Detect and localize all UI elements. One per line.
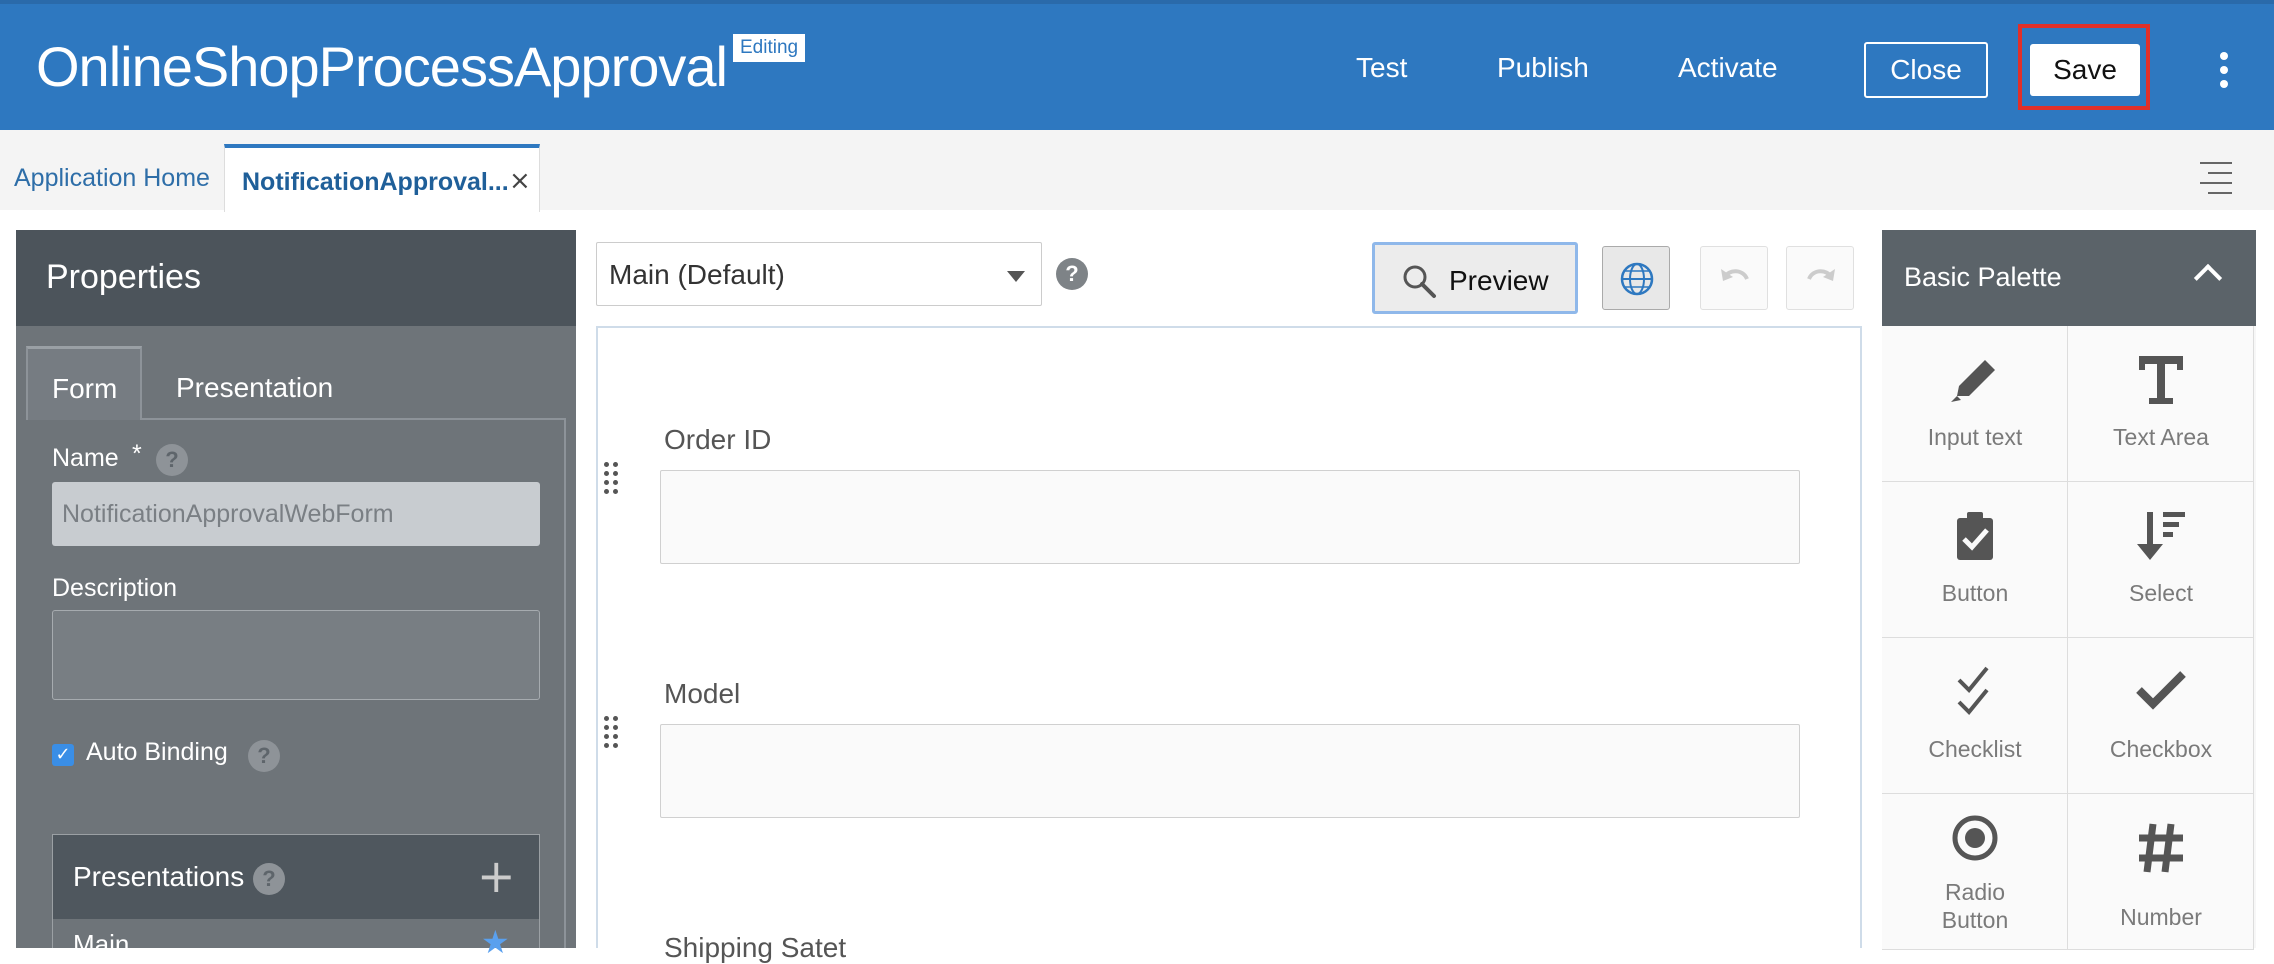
hash-icon xyxy=(2139,823,2183,873)
help-icon[interactable]: ? xyxy=(156,444,188,476)
double-check-icon xyxy=(1957,666,1989,715)
palette-item-checklist[interactable]: Checklist xyxy=(1882,638,2068,794)
palette-item-label: Select xyxy=(2129,580,2193,606)
help-icon[interactable]: ? xyxy=(1056,258,1088,290)
palette-grid: Input text Text Area Button Select Check… xyxy=(1882,326,2256,950)
presentation-select-value: Main (Default) xyxy=(609,259,785,290)
text-t-icon xyxy=(2139,356,2183,404)
name-label: Name xyxy=(52,444,119,472)
preview-button[interactable]: Preview xyxy=(1372,242,1578,314)
order-id-input[interactable] xyxy=(660,470,1800,564)
translation-button[interactable] xyxy=(1602,246,1670,310)
help-icon[interactable]: ? xyxy=(248,740,280,772)
basic-palette: Basic Palette Input text Text Area Butto… xyxy=(1882,230,2256,950)
sort-down-icon xyxy=(2137,512,2185,560)
name-field[interactable]: NotificationApprovalWebForm xyxy=(52,482,540,546)
field-label-model: Model xyxy=(664,678,741,709)
presentations-header: Presentations ? + xyxy=(53,835,539,919)
palette-item-text-area[interactable]: Text Area xyxy=(2068,326,2254,482)
palette-item-input-text[interactable]: Input text xyxy=(1882,326,2068,482)
palette-item-radio-button[interactable]: Radio Button xyxy=(1882,794,2068,950)
description-field[interactable] xyxy=(52,610,540,700)
presentations-title: Presentations xyxy=(73,861,245,892)
tab-application-home[interactable]: Application Home xyxy=(14,164,210,193)
palette-item-label: Radio Button xyxy=(1941,879,2009,933)
presentation-item-main[interactable]: Main xyxy=(73,929,129,960)
palette-title: Basic Palette xyxy=(1904,262,2062,292)
auto-binding-label: Auto Binding xyxy=(86,738,228,766)
auto-binding-checkbox[interactable]: ✓ xyxy=(52,744,74,766)
publish-button[interactable]: Publish xyxy=(1497,52,1589,84)
clipboard-check-icon xyxy=(1957,512,1993,560)
tab-divider xyxy=(140,418,566,420)
undo-icon xyxy=(1721,269,1749,281)
model-input[interactable] xyxy=(660,724,1800,818)
save-highlight-frame: Save xyxy=(2018,24,2150,110)
kebab-vertical-icon[interactable] xyxy=(2216,52,2232,92)
description-label: Description xyxy=(52,574,178,602)
palette-item-label: Button xyxy=(1941,580,2009,606)
field-label-shipping-satet: Shipping Satet xyxy=(664,932,847,963)
properties-title: Properties xyxy=(46,258,201,296)
help-icon[interactable]: ? xyxy=(253,863,285,895)
tab-bar: Application Home NotificationApproval...… xyxy=(0,130,2274,212)
palette-item-label: Text Area xyxy=(2113,424,2209,450)
activate-button[interactable]: Activate xyxy=(1678,52,1778,84)
redo-icon xyxy=(1807,269,1835,281)
palette-item-label: Input text xyxy=(1927,424,2023,450)
test-button[interactable]: Test xyxy=(1356,52,1407,84)
palette-header[interactable]: Basic Palette xyxy=(1882,230,2256,326)
drag-handle-icon[interactable] xyxy=(604,462,622,502)
tab-label: NotificationApproval... xyxy=(242,168,509,196)
chevron-up-icon[interactable] xyxy=(2193,263,2223,293)
panel-border xyxy=(564,418,566,948)
pencil-icon xyxy=(1951,360,1995,402)
save-button[interactable]: Save xyxy=(2030,44,2140,96)
presentation-select[interactable]: Main (Default) xyxy=(596,242,1042,306)
redo-button[interactable] xyxy=(1786,246,1854,310)
globe-icon xyxy=(1620,262,1654,296)
tab-form-label: Form xyxy=(52,373,118,404)
close-button[interactable]: Close xyxy=(1864,42,1988,98)
form-canvas: Order ID Model Shipping Satet xyxy=(596,326,1862,963)
app-title: OnlineShopProcessApproval xyxy=(36,35,728,98)
radio-icon xyxy=(1952,815,1998,861)
drag-handle-icon[interactable] xyxy=(604,716,622,756)
search-icon xyxy=(1403,265,1436,298)
check-icon xyxy=(2136,671,2186,710)
palette-item-button[interactable]: Button xyxy=(1882,482,2068,638)
palette-item-number[interactable]: Number xyxy=(2068,794,2254,950)
palette-item-label: Number xyxy=(2120,904,2202,930)
properties-panel: Properties Form Presentation Name * ? No… xyxy=(16,230,576,961)
chevron-down-icon xyxy=(1007,271,1025,282)
palette-item-label: Checkbox xyxy=(2109,736,2213,762)
undo-button[interactable] xyxy=(1700,246,1768,310)
field-label-order-id: Order ID xyxy=(664,424,772,455)
palette-item-select[interactable]: Select xyxy=(2068,482,2254,638)
close-tab-icon[interactable]: × xyxy=(509,166,531,196)
add-presentation-icon[interactable]: + xyxy=(477,849,516,903)
tab-presentation[interactable]: Presentation xyxy=(176,372,333,404)
default-star-icon[interactable]: ★ xyxy=(481,923,510,961)
app-header: OnlineShopProcessApproval Editing Test P… xyxy=(0,0,2274,130)
editing-badge: Editing xyxy=(733,34,806,62)
presentations-section: Presentations ? + Main ★ xyxy=(52,834,540,961)
properties-header: Properties xyxy=(16,230,576,326)
tab-form[interactable]: Form xyxy=(26,346,142,420)
required-mark: * xyxy=(132,440,142,468)
hamburger-menu-icon[interactable] xyxy=(2200,162,2232,194)
preview-label: Preview xyxy=(1449,265,1549,296)
palette-item-label: Checklist xyxy=(1928,736,2022,762)
tab-notification-approval[interactable]: NotificationApproval... × xyxy=(224,144,540,212)
palette-item-checkbox[interactable]: Checkbox xyxy=(2068,638,2254,794)
